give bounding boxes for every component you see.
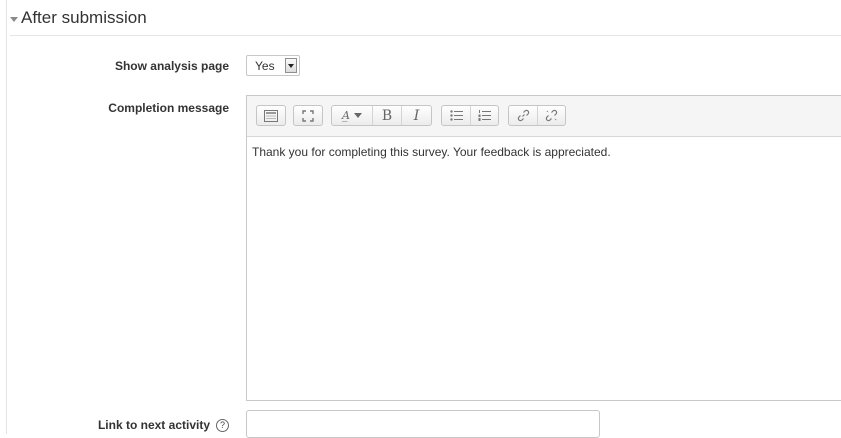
next-activity-label: Link to next activity? <box>98 418 229 432</box>
toolbar-toggle-icon[interactable] <box>257 106 285 125</box>
show-analysis-label: Show analysis page <box>114 59 229 73</box>
section-title: After submission <box>21 8 147 27</box>
editor-content[interactable]: Thank you for completing this survey. Yo… <box>247 137 841 167</box>
font-size-button[interactable]: A̲ <box>332 106 372 125</box>
toolbar-group-lists <box>441 105 499 126</box>
completion-message-editor[interactable]: A̲ B I Thank you for completing this sur <box>246 95 841 401</box>
toolbar-group-links <box>508 105 566 126</box>
fieldset-left-rule <box>6 0 7 434</box>
show-analysis-value: Yes <box>255 58 275 73</box>
next-activity-label-text: Link to next activity <box>97 418 210 432</box>
caret-down-icon <box>10 16 18 22</box>
bold-button[interactable]: B <box>372 106 401 125</box>
italic-button[interactable]: I <box>401 106 431 125</box>
toolbar-group-format: A̲ B I <box>331 105 432 126</box>
editor-toolbar: A̲ B I <box>247 96 841 137</box>
font-size-icon: A̲ <box>342 109 350 122</box>
unlink-icon[interactable] <box>537 106 565 125</box>
completion-message-label: Completion message <box>108 101 229 115</box>
section-toggle[interactable]: After submission <box>10 7 147 29</box>
dropdown-arrow-icon[interactable] <box>285 58 297 73</box>
chevron-down-icon <box>353 113 362 118</box>
toolbar-group-fullscreen <box>293 105 323 126</box>
ordered-list-icon[interactable] <box>470 106 498 125</box>
link-icon[interactable] <box>509 106 537 125</box>
fullscreen-icon[interactable] <box>294 106 322 125</box>
section-divider <box>10 35 841 36</box>
show-analysis-select[interactable]: Yes <box>246 55 300 76</box>
help-icon[interactable]: ? <box>216 418 229 432</box>
toolbar-group-toggle <box>256 105 286 126</box>
unordered-list-icon[interactable] <box>442 106 470 125</box>
